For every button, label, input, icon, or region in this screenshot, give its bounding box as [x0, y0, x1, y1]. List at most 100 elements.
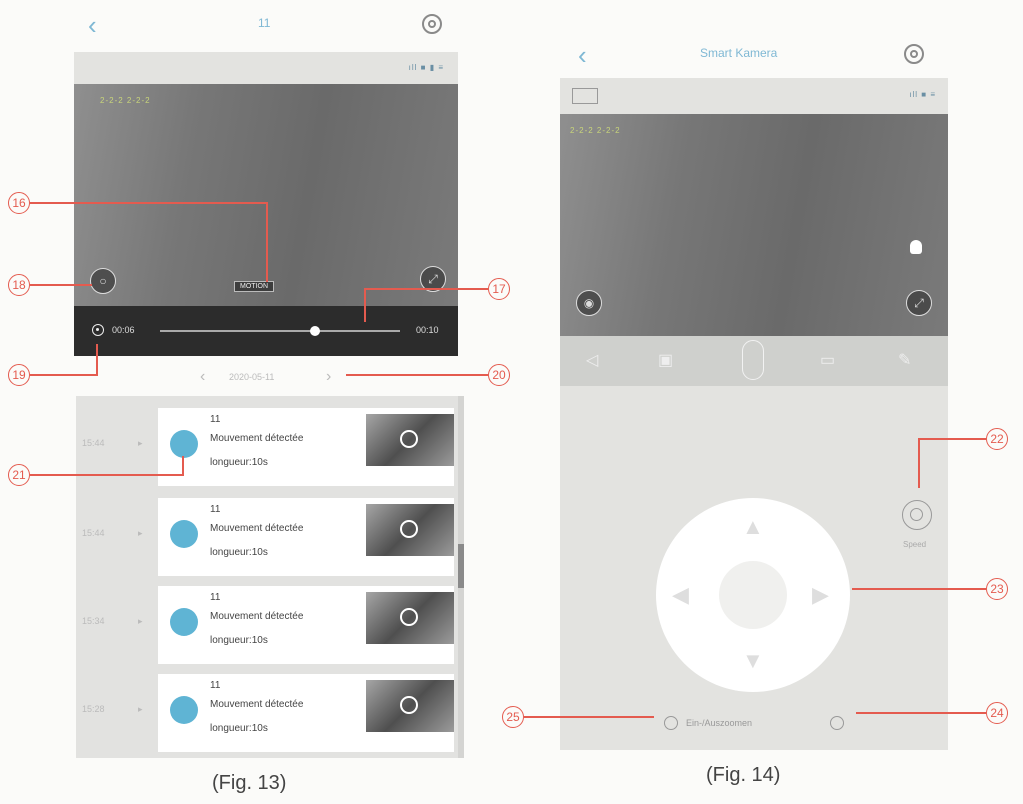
event-thumbnail[interactable] [366, 414, 454, 466]
event-time: 15:44 [82, 528, 105, 538]
scrollbar[interactable] [458, 396, 464, 758]
list-item[interactable]: 15:44 ▸ 11 Mouvement détectée longueur:1… [76, 498, 464, 576]
event-device-name: 11 [210, 592, 221, 603]
event-card[interactable]: 11 Mouvement détectée longueur:10s [158, 674, 454, 752]
callout-16: 16 [8, 192, 30, 214]
gear-icon[interactable] [904, 44, 924, 64]
event-length: longueur:10s [210, 547, 268, 558]
avatar [170, 430, 198, 458]
event-description: Mouvement détectée [210, 699, 304, 710]
chevron-left-icon[interactable]: ‹ [200, 368, 205, 386]
callout-19-line [30, 374, 98, 376]
event-card[interactable]: 11 Mouvement détectée longueur:10s [158, 498, 454, 576]
zoom-in-icon[interactable] [664, 716, 678, 730]
lamp-icon[interactable] [910, 240, 922, 254]
event-description: Mouvement détectée [210, 611, 304, 622]
mic-icon[interactable] [742, 340, 764, 380]
callout-19-line-v [96, 344, 98, 376]
chevron-right-icon[interactable]: › [326, 368, 331, 386]
play-icon [400, 430, 418, 448]
fig13-header: ‹ 11 [66, 0, 466, 48]
event-length: longueur:10s [210, 457, 268, 468]
play-icon [400, 608, 418, 626]
callout-17-line-v [364, 288, 366, 322]
date-navigator: ‹ 2020-05-11 › [194, 368, 344, 390]
play-pause-icon[interactable] [92, 324, 104, 336]
callout-20-line [346, 374, 488, 376]
event-time: 15:34 [82, 616, 105, 626]
event-length: longueur:10s [210, 635, 268, 646]
callout-23: 23 [986, 578, 1008, 600]
callout-24-line [856, 712, 986, 714]
date-label: 2020-05-11 [229, 372, 275, 382]
callout-16-line [30, 202, 266, 204]
speaker-icon[interactable]: ◁ [586, 350, 598, 370]
callout-22: 22 [986, 428, 1008, 450]
back-chevron-icon[interactable]: ‹ [578, 40, 587, 71]
fig14-header: ‹ Smart Kamera [560, 30, 948, 78]
zoom-out-icon[interactable] [830, 716, 844, 730]
playback-end-time: 00:10 [416, 325, 439, 335]
callout-19: 19 [8, 364, 30, 386]
callout-20: 20 [488, 364, 510, 386]
status-bar: ıll ■ ≡ [560, 78, 948, 114]
callout-16-line-v [266, 202, 268, 282]
timeline-dot: ▸ [138, 616, 143, 626]
event-thumbnail[interactable] [366, 504, 454, 556]
avatar [170, 696, 198, 724]
arrow-right-icon[interactable]: ▶ [812, 582, 829, 608]
ptz-dpad[interactable]: ▲ ▼ ◀ ▶ [656, 498, 850, 692]
event-time: 15:44 [82, 438, 105, 448]
event-device-name: 11 [210, 414, 221, 425]
fullscreen-button[interactable]: ⤢ [906, 290, 932, 316]
fig13-phone: ‹ 11 ıll ■ ▮ ≡ 2-2-2 2-2-2 ○ MOTION ⤢ 00… [66, 0, 466, 760]
quality-button[interactable] [572, 88, 598, 104]
callout-25-line [524, 716, 654, 718]
event-device-name: 11 [210, 680, 221, 691]
arrow-down-icon[interactable]: ▼ [742, 648, 764, 674]
scrollbar-thumb[interactable] [458, 544, 464, 588]
live-video[interactable]: 2-2-2 2-2-2 ◉ ⤢ [560, 114, 948, 336]
timeline-dot: ▸ [138, 528, 143, 538]
speed-icon [910, 508, 923, 521]
motion-label: MOTION [234, 281, 274, 292]
callout-18-line [30, 284, 92, 286]
camera-icon[interactable]: ▣ [658, 350, 673, 370]
back-chevron-icon[interactable]: ‹ [88, 10, 97, 41]
timeline-dot: ▸ [138, 438, 143, 448]
playback-current-time: 00:06 [112, 325, 135, 335]
play-icon [400, 696, 418, 714]
event-time: 15:28 [82, 704, 105, 714]
arrow-up-icon[interactable]: ▲ [742, 514, 764, 540]
event-card[interactable]: 11 Mouvement détectée longueur:10s [158, 408, 454, 486]
callout-17: 17 [488, 278, 510, 300]
fig14-phone: ‹ Smart Kamera ıll ■ ≡ 2-2-2 2-2-2 ◉ ⤢ ◁… [560, 30, 948, 750]
gear-icon[interactable] [422, 14, 442, 34]
dpad-center[interactable] [719, 561, 787, 629]
callout-21: 21 [8, 464, 30, 486]
event-card[interactable]: 11 Mouvement détectée longueur:10s [158, 586, 454, 664]
zoom-label: Ein-/Auszoomen [686, 718, 753, 728]
status-icons: ıll ■ ≡ [909, 90, 936, 99]
speed-button[interactable] [902, 500, 932, 530]
playback-track[interactable] [160, 330, 400, 332]
play-icon [400, 520, 418, 538]
list-item[interactable]: 15:28 ▸ 11 Mouvement détectée longueur:1… [76, 674, 464, 752]
list-item[interactable]: 15:34 ▸ 11 Mouvement détectée longueur:1… [76, 586, 464, 664]
callout-22-line [918, 438, 986, 440]
arrow-left-icon[interactable]: ◀ [672, 582, 689, 608]
event-description: Mouvement détectée [210, 523, 304, 534]
brush-icon[interactable]: ✎ [898, 350, 911, 370]
callout-22-line-v [918, 438, 920, 488]
toolbar: ◁ ▣ ▭ ✎ [560, 336, 948, 386]
playback-thumb[interactable] [310, 326, 320, 336]
callout-21-line [30, 474, 182, 476]
event-thumbnail[interactable] [366, 680, 454, 732]
playback-bar: 00:06 00:10 [74, 306, 458, 356]
figure-caption: (Fig. 13) [212, 772, 287, 794]
video-icon[interactable]: ▭ [820, 350, 835, 370]
event-thumbnail[interactable] [366, 592, 454, 644]
record-button[interactable]: ○ [90, 268, 116, 294]
record-button[interactable]: ◉ [576, 290, 602, 316]
event-device-name: 11 [210, 504, 221, 515]
